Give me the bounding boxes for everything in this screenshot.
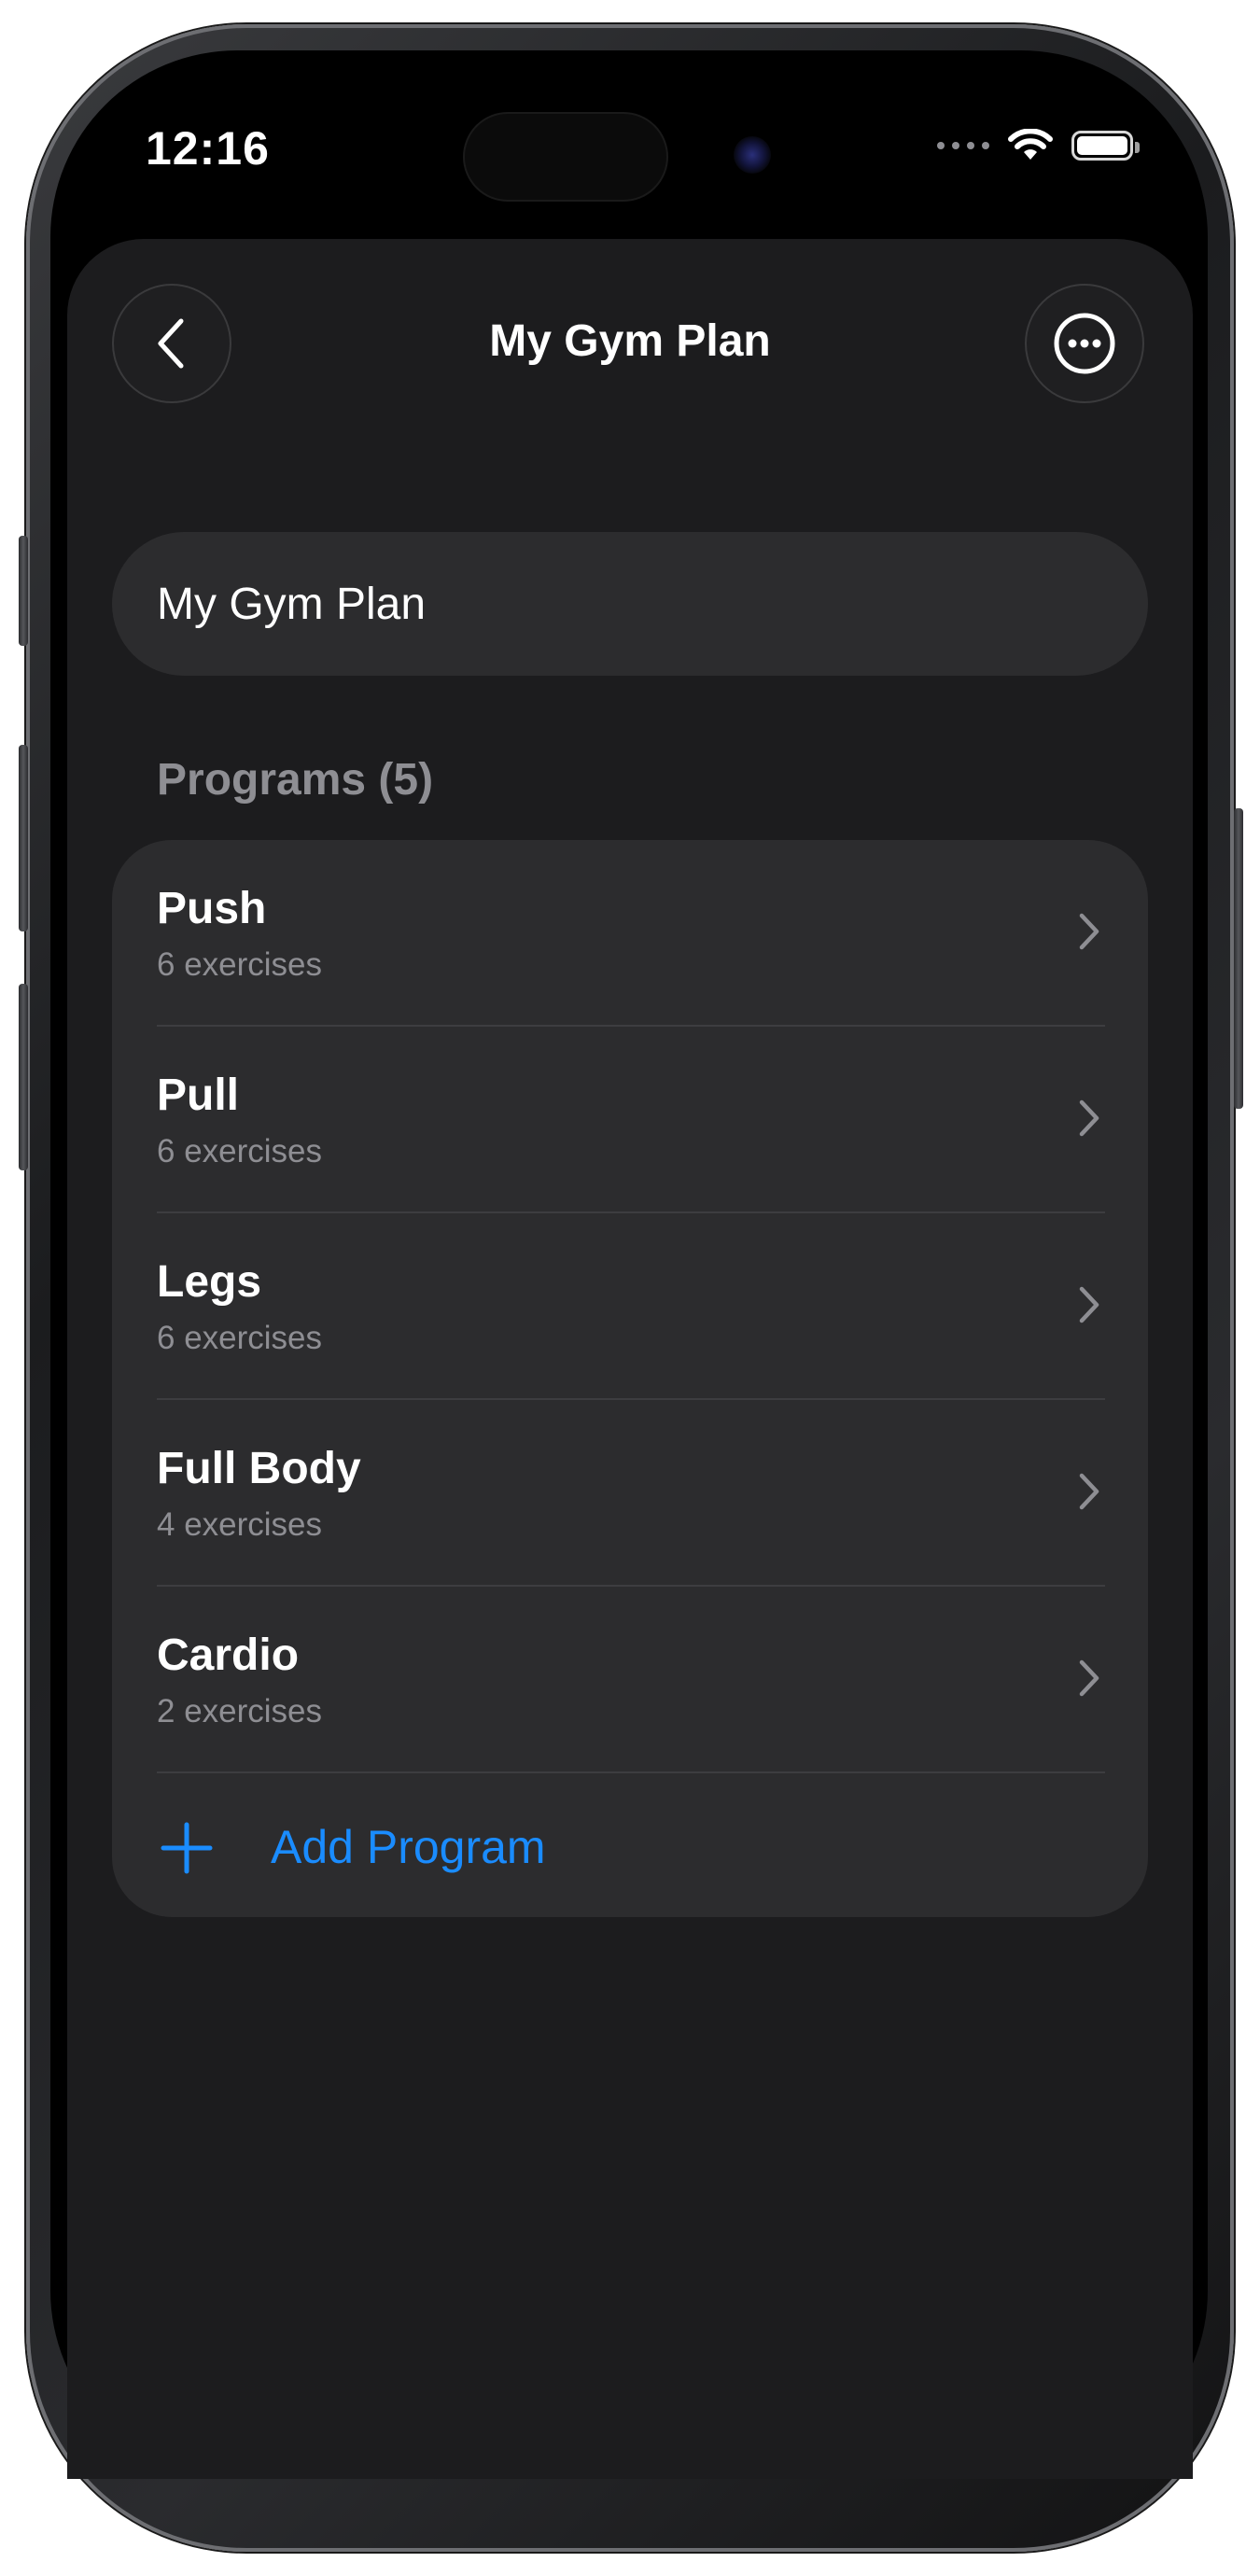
ellipsis-circle-icon [1054, 313, 1115, 374]
add-program-button[interactable]: Add Program [112, 1773, 1148, 1917]
status-indicators [937, 129, 1140, 162]
program-exercise-count: 6 exercises [157, 1320, 323, 1356]
chevron-right-icon [1079, 1099, 1099, 1137]
program-exercise-count: 4 exercises [157, 1506, 323, 1543]
programs-list: Push 6 exercises Pull 6 exercises Legs 6… [112, 840, 1148, 1917]
programs-section-header: Programs (5) [157, 755, 434, 805]
program-row-pull[interactable]: Pull 6 exercises [112, 1027, 1148, 1213]
add-program-label: Add Program [271, 1821, 546, 1873]
program-row-full-body[interactable]: Full Body 4 exercises [112, 1400, 1148, 1587]
program-title: Legs [157, 1257, 262, 1307]
action-button [19, 536, 28, 646]
more-options-button[interactable] [1025, 284, 1144, 403]
program-row-cardio[interactable]: Cardio 2 exercises [112, 1587, 1148, 1773]
status-time: 12:16 [146, 122, 270, 175]
battery-icon [1071, 131, 1140, 161]
plan-name-field[interactable]: My Gym Plan [112, 532, 1148, 676]
program-title: Full Body [157, 1444, 361, 1493]
side-button [1234, 808, 1243, 1109]
chevron-right-icon [1079, 913, 1099, 950]
program-row-push[interactable]: Push 6 exercises [112, 840, 1148, 1027]
program-row-legs[interactable]: Legs 6 exercises [112, 1213, 1148, 1400]
program-exercise-count: 2 exercises [157, 1693, 323, 1729]
front-camera [734, 136, 771, 174]
volume-up-button [19, 745, 28, 931]
plus-icon [161, 1822, 213, 1874]
dynamic-island [463, 112, 668, 202]
cellular-signal-icon [937, 142, 989, 149]
program-exercise-count: 6 exercises [157, 1133, 323, 1169]
chevron-right-icon [1079, 1473, 1099, 1510]
program-title: Push [157, 884, 267, 933]
program-title: Cardio [157, 1631, 300, 1680]
program-title: Pull [157, 1071, 240, 1120]
chevron-right-icon [1079, 1659, 1099, 1697]
chevron-right-icon [1079, 1286, 1099, 1323]
wifi-icon [1008, 129, 1053, 160]
program-exercise-count: 6 exercises [157, 946, 323, 983]
plan-name-value: My Gym Plan [157, 579, 427, 629]
volume-down-button [19, 984, 28, 1170]
